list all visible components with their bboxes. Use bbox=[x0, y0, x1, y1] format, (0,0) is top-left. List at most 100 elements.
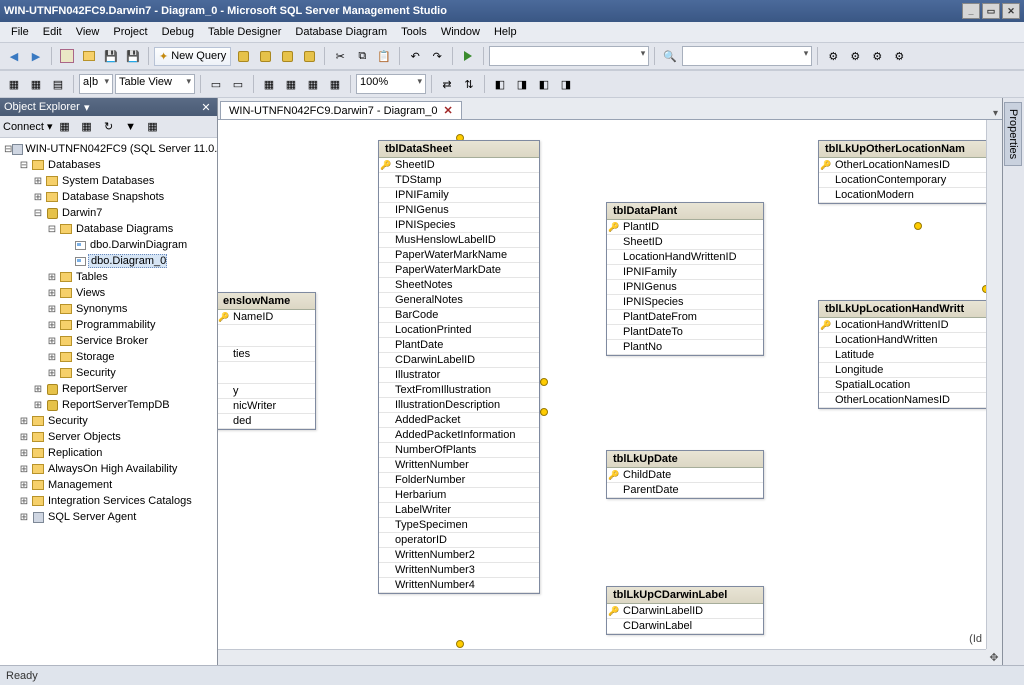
tree-row[interactable]: ⊞Security bbox=[0, 365, 217, 381]
horizontal-scrollbar[interactable] bbox=[218, 649, 986, 665]
tree-row[interactable]: ⊞SQL Server Agent bbox=[0, 509, 217, 525]
table-cdarwinlabel[interactable]: tblLkUpCDarwinLabel 🔑CDarwinLabelIDCDarw… bbox=[606, 586, 764, 635]
new-query-button[interactable]: ✦ New Query bbox=[154, 47, 231, 66]
tree-twisty-icon[interactable]: ⊞ bbox=[46, 288, 58, 299]
tree-row[interactable]: ⊟Darwin7 bbox=[0, 205, 217, 221]
tool-icon-3[interactable]: ⚙ bbox=[867, 46, 887, 66]
save-icon[interactable]: 💾 bbox=[101, 46, 121, 66]
table-henslowname[interactable]: enslowName 🔑NameIDtiesynicWriterded bbox=[218, 292, 316, 430]
tree-twisty-icon[interactable]: ⊞ bbox=[32, 400, 44, 411]
back-button[interactable]: ◀ bbox=[4, 46, 24, 66]
cut-icon[interactable]: ✂ bbox=[330, 46, 350, 66]
pan-icon[interactable]: ✥ bbox=[986, 649, 1002, 665]
panel-close-icon[interactable]: ✕ bbox=[199, 101, 213, 114]
tree-row[interactable]: ⊞Replication bbox=[0, 445, 217, 461]
diag-icon-2[interactable]: ▦ bbox=[26, 74, 46, 94]
tree-row[interactable]: ⊞ReportServer bbox=[0, 381, 217, 397]
minimize-button[interactable]: _ bbox=[962, 3, 980, 19]
tree-row[interactable]: ⊞System Databases bbox=[0, 173, 217, 189]
menu-view[interactable]: View bbox=[69, 24, 107, 40]
redo-icon[interactable]: ↷ bbox=[427, 46, 447, 66]
diagram-canvas[interactable]: tblDataSheet 🔑SheetIDTDStampIPNIFamilyIP… bbox=[218, 120, 1002, 665]
diag-icon-1[interactable]: ▦ bbox=[4, 74, 24, 94]
save-all-icon[interactable]: 💾 bbox=[123, 46, 143, 66]
find-combo[interactable] bbox=[682, 46, 812, 66]
tree-row[interactable]: ⊞Views bbox=[0, 285, 217, 301]
menu-tools[interactable]: Tools bbox=[394, 24, 434, 40]
tree-twisty-icon[interactable]: ⊟ bbox=[46, 224, 58, 235]
oe-icon-1[interactable]: ▦ bbox=[55, 117, 75, 137]
diag-icon-14[interactable]: ◧ bbox=[534, 74, 554, 94]
db-icon-3[interactable] bbox=[277, 46, 297, 66]
tree-row[interactable]: ⊟Databases bbox=[0, 157, 217, 173]
table-otherlocationnames[interactable]: tblLkUpOtherLocationNam 🔑OtherLocationNa… bbox=[818, 140, 990, 204]
tree-twisty-icon[interactable]: ⊞ bbox=[32, 384, 44, 395]
tree-row[interactable]: ⊞AlwaysOn High Availability bbox=[0, 461, 217, 477]
table-datasheet[interactable]: tblDataSheet 🔑SheetIDTDStampIPNIFamilyIP… bbox=[378, 140, 540, 594]
tree-twisty-icon[interactable]: ⊞ bbox=[32, 176, 44, 187]
menu-window[interactable]: Window bbox=[434, 24, 487, 40]
connect-button[interactable]: Connect ▾ bbox=[3, 120, 53, 133]
tree-row[interactable]: ⊟WIN-UTNFN042FC9 (SQL Server 11.0.1750 -… bbox=[0, 141, 217, 157]
document-tab-close-icon[interactable]: ✕ bbox=[443, 104, 452, 117]
table-dataplant[interactable]: tblDataPlant 🔑PlantIDSheetIDLocationHand… bbox=[606, 202, 764, 356]
table-locationhandwritten[interactable]: tblLkUpLocationHandWritt 🔑LocationHandWr… bbox=[818, 300, 990, 409]
zoom-combo[interactable]: 100% bbox=[356, 74, 426, 94]
tree-twisty-icon[interactable]: ⊞ bbox=[46, 336, 58, 347]
tree-twisty-icon[interactable]: ⊞ bbox=[46, 368, 58, 379]
tree-row[interactable]: ⊟Database Diagrams bbox=[0, 221, 217, 237]
new-project-icon[interactable] bbox=[57, 46, 77, 66]
tree-row[interactable]: ⊞Synonyms bbox=[0, 301, 217, 317]
db-icon-2[interactable] bbox=[255, 46, 275, 66]
tree-row[interactable]: dbo.Diagram_0 bbox=[0, 253, 217, 269]
diag-icon-8[interactable]: ▦ bbox=[303, 74, 323, 94]
tree-twisty-icon[interactable]: ⊞ bbox=[46, 272, 58, 283]
tree-row[interactable]: dbo.DarwinDiagram bbox=[0, 237, 217, 253]
diag-icon-13[interactable]: ◨ bbox=[512, 74, 532, 94]
tree-twisty-icon[interactable]: ⊞ bbox=[18, 448, 30, 459]
diag-icon-3[interactable]: ▤ bbox=[48, 74, 68, 94]
object-explorer-tree[interactable]: ⊟WIN-UTNFN042FC9 (SQL Server 11.0.1750 -… bbox=[0, 138, 217, 665]
tree-row[interactable]: ⊞Integration Services Catalogs bbox=[0, 493, 217, 509]
tool-icon-2[interactable]: ⚙ bbox=[845, 46, 865, 66]
diag-icon-5[interactable]: ▭ bbox=[228, 74, 248, 94]
tableview-combo[interactable]: Table View bbox=[115, 74, 195, 94]
pin-icon[interactable]: ▾ bbox=[80, 101, 94, 114]
undo-icon[interactable]: ↶ bbox=[405, 46, 425, 66]
tree-twisty-icon[interactable]: ⊞ bbox=[18, 432, 30, 443]
tree-twisty-icon[interactable]: ⊞ bbox=[32, 192, 44, 203]
tree-twisty-icon[interactable]: ⊞ bbox=[18, 480, 30, 491]
tree-row[interactable]: ⊞Service Broker bbox=[0, 333, 217, 349]
tree-row[interactable]: ⊞Tables bbox=[0, 269, 217, 285]
tree-twisty-icon[interactable]: ⊞ bbox=[18, 512, 30, 523]
tab-menu-icon[interactable]: ▾ bbox=[993, 108, 998, 119]
tree-row[interactable]: ⊞Programmability bbox=[0, 317, 217, 333]
oe-icon-2[interactable]: ▦ bbox=[77, 117, 97, 137]
menu-file[interactable]: File bbox=[4, 24, 36, 40]
restore-button[interactable]: ▭ bbox=[982, 3, 1000, 19]
diag-icon-6[interactable]: ▦ bbox=[259, 74, 279, 94]
font-combo[interactable]: a|b bbox=[79, 74, 113, 94]
tool-icon-4[interactable]: ⚙ bbox=[889, 46, 909, 66]
tree-row[interactable]: ⊞Server Objects bbox=[0, 429, 217, 445]
tree-twisty-icon[interactable]: ⊞ bbox=[18, 464, 30, 475]
tool-icon-1[interactable]: ⚙ bbox=[823, 46, 843, 66]
tree-row[interactable]: ⊞Storage bbox=[0, 349, 217, 365]
copy-icon[interactable]: ⧉ bbox=[352, 46, 372, 66]
tree-row[interactable]: ⊞Management bbox=[0, 477, 217, 493]
diag-icon-4[interactable]: ▭ bbox=[206, 74, 226, 94]
vertical-scrollbar[interactable] bbox=[986, 120, 1002, 649]
tree-twisty-icon[interactable]: ⊞ bbox=[18, 416, 30, 427]
document-tab[interactable]: WIN-UTNFN042FC9.Darwin7 - Diagram_0 ✕ bbox=[220, 101, 462, 119]
fwd-button[interactable]: ▶ bbox=[26, 46, 46, 66]
tree-twisty-icon[interactable]: ⊞ bbox=[18, 496, 30, 507]
execute-icon[interactable] bbox=[458, 46, 478, 66]
tree-row[interactable]: ⊞Security bbox=[0, 413, 217, 429]
close-button[interactable]: ✕ bbox=[1002, 3, 1020, 19]
diag-icon-12[interactable]: ◧ bbox=[490, 74, 510, 94]
properties-tab[interactable]: Properties bbox=[1004, 102, 1022, 166]
db-icon-1[interactable] bbox=[233, 46, 253, 66]
tree-twisty-icon[interactable]: ⊞ bbox=[46, 320, 58, 331]
tree-twisty-icon[interactable]: ⊟ bbox=[32, 208, 44, 219]
menu-database-diagram[interactable]: Database Diagram bbox=[288, 24, 394, 40]
